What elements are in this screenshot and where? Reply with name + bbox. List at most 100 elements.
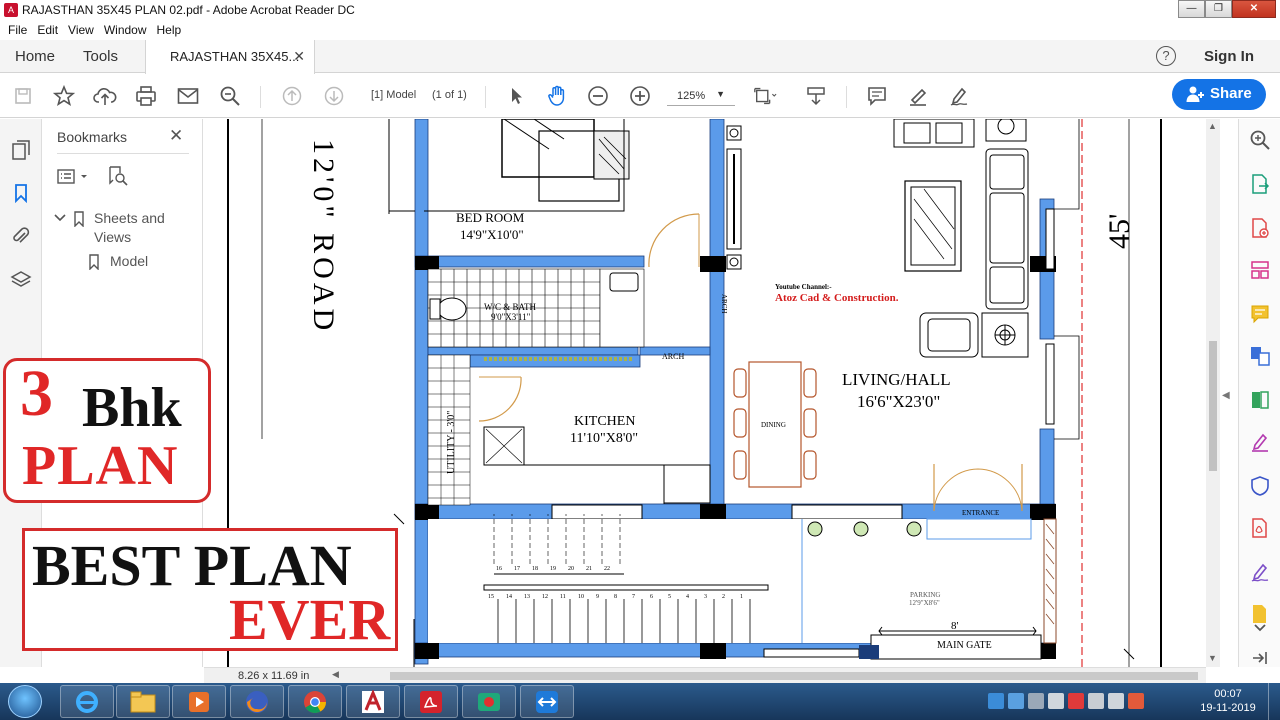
show-desktop-button[interactable] bbox=[1268, 683, 1280, 720]
tab-tools[interactable]: Tools bbox=[83, 48, 118, 65]
taskbar-clock[interactable]: 00:07 19-11-2019 bbox=[1198, 687, 1258, 715]
zoom-tool-icon[interactable] bbox=[1249, 129, 1271, 151]
bookmark-model[interactable]: Model bbox=[110, 252, 148, 271]
overlay-number: 3 bbox=[20, 357, 53, 430]
firefox-icon[interactable] bbox=[230, 685, 284, 718]
horizontal-scrollbar[interactable]: 8.26 x 11.69 in ◀ bbox=[204, 667, 1206, 683]
close-panel-icon[interactable]: ✕ bbox=[169, 126, 183, 146]
hand-tool-icon[interactable] bbox=[545, 84, 569, 108]
page-fit-icon[interactable] bbox=[753, 84, 777, 108]
menu-window[interactable]: Window bbox=[104, 23, 147, 37]
bath-label: W/C & BATH bbox=[484, 302, 537, 312]
create-pdf-icon[interactable] bbox=[1249, 217, 1271, 239]
close-window-button[interactable]: ✕ bbox=[1232, 0, 1276, 18]
tray-flag-icon[interactable] bbox=[1128, 693, 1144, 709]
print-icon[interactable] bbox=[134, 84, 158, 108]
tray-signal-icon[interactable] bbox=[1108, 693, 1124, 709]
scroll-thumb[interactable] bbox=[1209, 341, 1217, 471]
sign-tool-icon[interactable] bbox=[1249, 561, 1271, 583]
chevron-down-icon[interactable] bbox=[1249, 617, 1271, 639]
zoom-in-icon[interactable] bbox=[628, 84, 652, 108]
tray-app-icon[interactable] bbox=[988, 693, 1004, 709]
bookmark-options-icon[interactable] bbox=[57, 167, 91, 192]
layers-icon[interactable] bbox=[10, 269, 32, 291]
vertical-scrollbar[interactable]: ▲ ▼ bbox=[1206, 119, 1220, 667]
tray-display-icon[interactable] bbox=[1048, 693, 1064, 709]
email-icon[interactable] bbox=[176, 84, 200, 108]
edit-pdf-icon[interactable] bbox=[1249, 259, 1271, 281]
chrome-icon[interactable] bbox=[288, 685, 342, 718]
stair-step-number: 15 bbox=[488, 594, 494, 600]
depth-label: 45' bbox=[1103, 214, 1136, 249]
expand-right-panel-arrow-icon[interactable]: ◀ bbox=[1222, 390, 1230, 401]
zoom-out-icon[interactable] bbox=[586, 84, 610, 108]
previous-page-icon[interactable] bbox=[280, 84, 304, 108]
menu-edit[interactable]: Edit bbox=[37, 23, 58, 37]
screen-recorder-icon[interactable] bbox=[462, 685, 516, 718]
sign-in-link[interactable]: Sign In bbox=[1204, 48, 1254, 65]
toolbar-separator bbox=[485, 86, 486, 108]
next-page-icon[interactable] bbox=[322, 84, 346, 108]
export-pdf-icon[interactable] bbox=[1249, 173, 1271, 195]
highlight-pen-icon[interactable] bbox=[906, 84, 930, 108]
tray-speaker-icon[interactable] bbox=[1088, 693, 1104, 709]
select-cursor-icon[interactable] bbox=[505, 84, 529, 108]
tray-antivirus-icon[interactable] bbox=[1068, 693, 1084, 709]
scroll-mode-icon[interactable] bbox=[804, 84, 828, 108]
collapse-right-pane-icon[interactable] bbox=[1249, 649, 1271, 671]
utility-label: UTILITY - 3'0" bbox=[446, 411, 457, 474]
help-icon[interactable]: ? bbox=[1156, 46, 1176, 66]
zoom-dropdown[interactable]: 125% ▼ bbox=[667, 86, 735, 106]
search-zoom-icon[interactable] bbox=[218, 84, 242, 108]
bookmarks-title: Bookmarks bbox=[57, 129, 128, 145]
menu-view[interactable]: View bbox=[68, 23, 94, 37]
expand-chevron-icon[interactable] bbox=[53, 211, 67, 230]
tab-document[interactable]: RAJASTHAN 35X45... ✕ bbox=[145, 40, 315, 74]
tab-home[interactable]: Home bbox=[15, 48, 55, 65]
living-label: LIVING/HALL bbox=[842, 370, 951, 389]
acrobat-taskbar-icon[interactable] bbox=[404, 685, 458, 718]
comment-icon[interactable] bbox=[865, 84, 889, 108]
autocad-icon[interactable] bbox=[346, 685, 400, 718]
stair-step-number: 3 bbox=[704, 594, 707, 600]
stair-step-number: 4 bbox=[686, 594, 689, 600]
internet-explorer-icon[interactable] bbox=[60, 685, 114, 718]
minimize-button[interactable]: — bbox=[1178, 0, 1205, 18]
fill-sign-icon[interactable] bbox=[1249, 431, 1271, 453]
tray-volume-icon[interactable] bbox=[1028, 693, 1044, 709]
scroll-down-arrow-icon[interactable]: ▼ bbox=[1208, 653, 1217, 663]
combine-files-icon[interactable] bbox=[1249, 345, 1271, 367]
tray-network-icon[interactable] bbox=[1008, 693, 1024, 709]
save-icon[interactable] bbox=[11, 84, 35, 108]
overlay-plan: PLAN bbox=[22, 435, 179, 497]
media-player-icon[interactable] bbox=[172, 685, 226, 718]
pdf-file-icon[interactable] bbox=[1249, 517, 1271, 539]
bookmark-panel-icon[interactable] bbox=[10, 182, 32, 204]
stair-step-number: 10 bbox=[578, 594, 584, 600]
attachment-icon[interactable] bbox=[10, 225, 32, 247]
scroll-up-arrow-icon[interactable]: ▲ bbox=[1208, 121, 1217, 131]
upload-cloud-icon[interactable] bbox=[93, 84, 117, 108]
page-size-readout: 8.26 x 11.69 in bbox=[238, 670, 310, 682]
tab-bar: Home Tools RAJASTHAN 35X45... ✕ ? Sign I… bbox=[0, 40, 1280, 74]
star-icon[interactable] bbox=[52, 84, 76, 108]
start-button[interactable] bbox=[8, 685, 42, 718]
comment-tool-icon[interactable] bbox=[1249, 303, 1271, 325]
page-thumbnails-icon[interactable] bbox=[10, 139, 32, 161]
page-label-field[interactable]: [1] Model bbox=[371, 89, 416, 101]
share-button[interactable]: Share bbox=[1172, 79, 1266, 110]
scroll-left-arrow-icon[interactable]: ◀ bbox=[332, 669, 339, 680]
sign-pen-icon[interactable] bbox=[947, 84, 971, 108]
bookmark-sheets-and-views[interactable]: Sheets and Views bbox=[94, 209, 165, 247]
file-explorer-icon[interactable] bbox=[116, 685, 170, 718]
horizontal-scroll-thumb[interactable] bbox=[390, 672, 1198, 680]
protect-shield-icon[interactable] bbox=[1249, 475, 1271, 497]
menu-help[interactable]: Help bbox=[157, 23, 182, 37]
find-bookmark-icon[interactable] bbox=[107, 165, 129, 192]
menu-file[interactable]: File bbox=[8, 23, 27, 37]
stair-step-number: 19 bbox=[550, 566, 556, 572]
organize-pages-icon[interactable] bbox=[1249, 389, 1271, 411]
maximize-button[interactable]: ❐ bbox=[1205, 0, 1232, 18]
teamviewer-icon[interactable] bbox=[520, 685, 574, 718]
close-tab-icon[interactable]: ✕ bbox=[293, 48, 305, 65]
